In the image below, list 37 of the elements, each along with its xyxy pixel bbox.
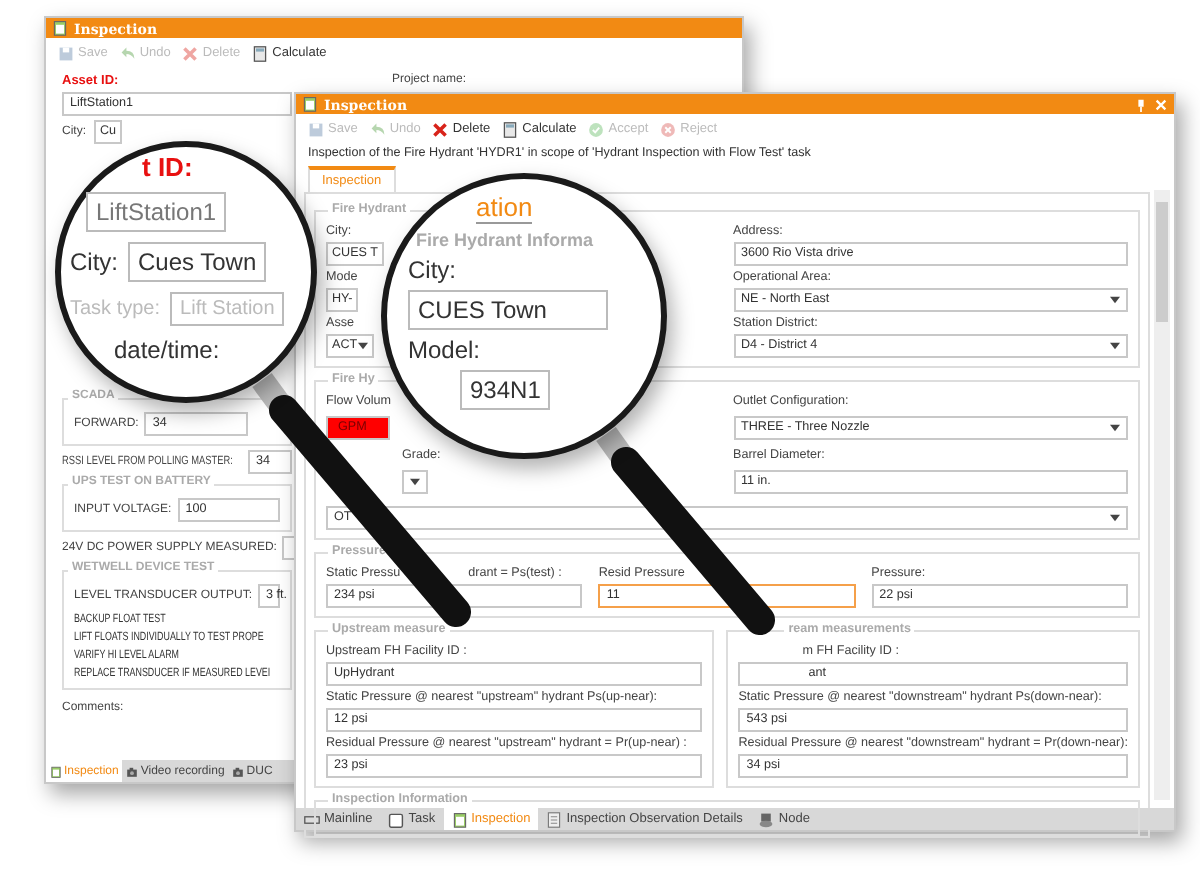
task-icon bbox=[388, 811, 405, 827]
undo-arrow-icon bbox=[119, 45, 136, 61]
input-field: 934N1 bbox=[460, 370, 551, 410]
input-field: Cues Town bbox=[128, 242, 267, 282]
field-label: date/time: bbox=[114, 336, 220, 364]
close-icon[interactable] bbox=[1154, 97, 1168, 111]
field-label: City: bbox=[70, 248, 118, 276]
manhole-icon bbox=[758, 811, 775, 827]
input-field: CUES Town bbox=[408, 290, 608, 330]
dropdown-field[interactable] bbox=[402, 470, 428, 494]
caret-icon bbox=[357, 342, 368, 350]
field-label: t ID: bbox=[142, 152, 193, 182]
clipboard-icon bbox=[451, 811, 468, 827]
scroll-bar[interactable] bbox=[1154, 190, 1170, 800]
cross-circle-icon bbox=[660, 121, 677, 137]
caret-icon bbox=[1110, 424, 1120, 432]
field-label: Task type: bbox=[70, 298, 161, 320]
field-label: Model: bbox=[408, 336, 481, 364]
camera-icon bbox=[126, 765, 139, 777]
check-circle-icon bbox=[588, 121, 605, 137]
delete-icon bbox=[182, 45, 199, 61]
input-field: Lift Station bbox=[170, 292, 285, 326]
clipboard-icon bbox=[50, 765, 62, 777]
document-icon bbox=[546, 811, 563, 827]
undo-arrow-icon bbox=[369, 121, 386, 137]
field-label: City: bbox=[408, 256, 456, 284]
camera-icon bbox=[232, 765, 245, 777]
pin-icon[interactable] bbox=[1134, 97, 1148, 111]
caret-icon bbox=[1110, 514, 1120, 522]
delete-icon bbox=[432, 121, 449, 137]
caret-icon bbox=[410, 478, 420, 486]
group-title: Fire Hydrant Informa bbox=[416, 230, 594, 250]
calculator-icon bbox=[502, 121, 519, 137]
calculator-icon bbox=[252, 45, 269, 61]
input-field: LiftStation1 bbox=[86, 192, 227, 232]
caret-icon bbox=[1110, 342, 1120, 350]
caret-icon bbox=[1110, 296, 1120, 304]
